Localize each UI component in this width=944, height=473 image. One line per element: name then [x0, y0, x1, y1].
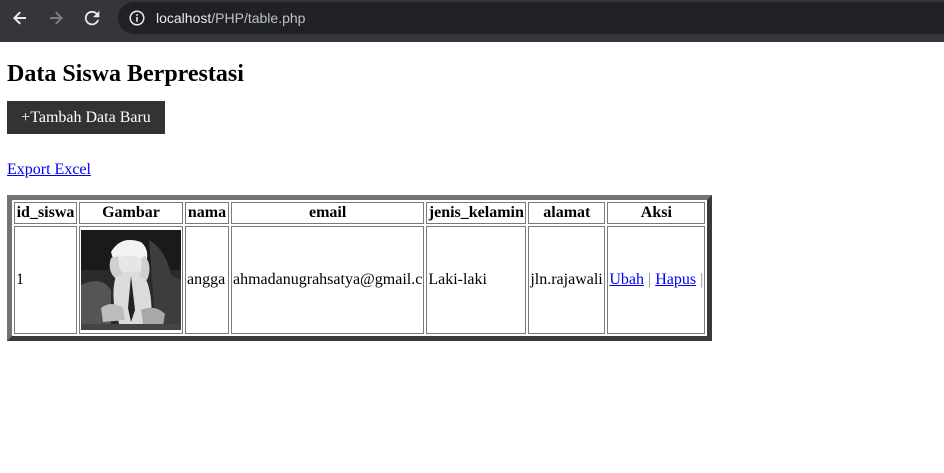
header-jenis-kelamin: jenis_kelamin — [426, 202, 527, 224]
action-separator: | — [647, 271, 652, 288]
header-alamat: alamat — [528, 202, 606, 224]
table-row: 1 angga ahmadanugrahsatya@gmail.c Laki-l… — [14, 226, 706, 334]
page-title: Data Siswa Berprestasi — [7, 61, 244, 87]
cell-nama: angga — [185, 226, 229, 334]
browser-toolbar: localhost/PHP/table.php — [0, 0, 944, 36]
student-table: id_siswa Gambar nama email jenis_kelamin… — [7, 195, 713, 341]
cell-aksi: Ubah | Hapus | — [607, 226, 706, 334]
back-arrow-icon[interactable] — [8, 7, 32, 29]
student-photo — [81, 230, 181, 330]
cell-id-siswa: 1 — [14, 226, 77, 334]
url-host: localhost — [156, 10, 212, 26]
header-id-siswa: id_siswa — [14, 202, 77, 224]
header-gambar: Gambar — [79, 202, 183, 224]
header-aksi: Aksi — [607, 202, 706, 224]
table-header-row: id_siswa Gambar nama email jenis_kelamin… — [14, 202, 706, 224]
address-bar[interactable]: localhost/PHP/table.php — [118, 2, 944, 34]
add-new-data-button[interactable]: +Tambah Data Baru — [7, 101, 165, 134]
forward-arrow-icon[interactable] — [44, 7, 68, 29]
edit-link[interactable]: Ubah — [609, 271, 644, 288]
export-excel-link[interactable]: Export Excel — [7, 160, 91, 179]
cell-alamat: jln.rajawali — [528, 226, 606, 334]
url-text[interactable]: localhost/PHP/table.php — [156, 10, 305, 26]
delete-link[interactable]: Hapus — [655, 271, 696, 288]
cell-gambar — [79, 226, 183, 334]
info-icon[interactable] — [129, 10, 145, 26]
url-path: /PHP/table.php — [211, 10, 306, 26]
reload-icon[interactable] — [80, 7, 104, 29]
action-separator-trailing: | — [700, 271, 704, 288]
header-email: email — [231, 202, 425, 224]
cell-jenis-kelamin: Laki-laki — [426, 226, 527, 334]
page-content: Data Siswa Berprestasi +Tambah Data Baru… — [0, 42, 944, 473]
cell-email: ahmadanugrahsatya@gmail.c — [231, 226, 425, 334]
header-nama: nama — [185, 202, 229, 224]
